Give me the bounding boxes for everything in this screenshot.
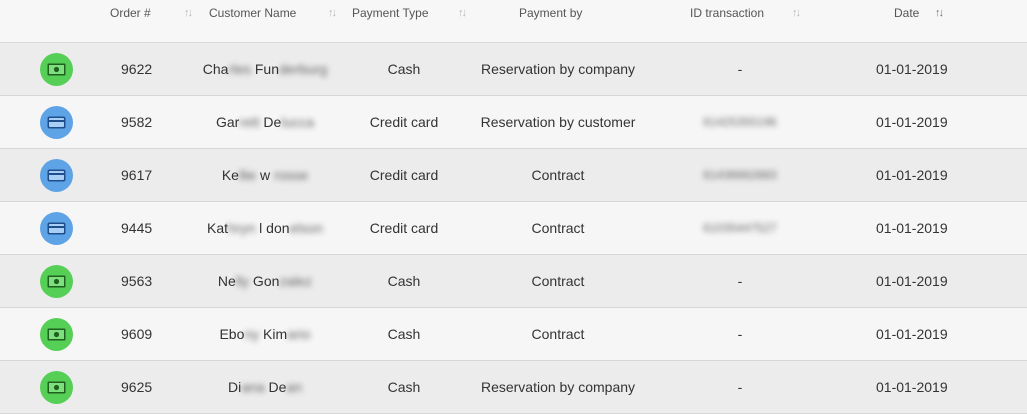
customer-name-visible: Kat bbox=[207, 220, 229, 236]
date: 01-01-2019 bbox=[876, 273, 948, 289]
customer-name-visible: l don bbox=[255, 220, 290, 236]
sort-icon[interactable]: ↑↓ bbox=[458, 0, 467, 26]
payment-type: Cash bbox=[387, 326, 421, 342]
customer-name-redacted: lly bbox=[235, 273, 250, 289]
customer-name-visible: Gar bbox=[215, 114, 240, 130]
customer-name-visible: Ne bbox=[217, 273, 236, 289]
order-number: 9582 bbox=[121, 114, 153, 130]
header-order[interactable]: Order # bbox=[110, 0, 151, 26]
customer-name-redacted: zalez bbox=[279, 273, 313, 289]
header-date[interactable]: Date bbox=[894, 0, 919, 26]
id-transaction: 61425355196 bbox=[703, 115, 777, 129]
payment-by: Contract bbox=[531, 167, 585, 183]
customer-name-visible: De bbox=[264, 379, 287, 395]
customer-name-redacted: ana bbox=[241, 379, 265, 395]
table-row[interactable]: 9609 Ebony Kimario Cash Contract - 01-01… bbox=[0, 308, 1027, 361]
table-row[interactable]: 9563 Nelly Gonzalez Cash Contract - 01-0… bbox=[0, 255, 1027, 308]
customer-name-redacted: rles bbox=[228, 61, 251, 77]
id-transaction: 61436662883 bbox=[703, 168, 777, 182]
id-transaction: - bbox=[737, 61, 743, 77]
table-row[interactable]: 9617 Kellie w rosse Credit card Contract… bbox=[0, 149, 1027, 202]
order-number: 9609 bbox=[121, 326, 153, 342]
credit-card-icon bbox=[40, 159, 73, 192]
payment-type: Cash bbox=[387, 61, 421, 77]
payment-type: Cash bbox=[387, 379, 421, 395]
table-row[interactable]: 9622 Charles Funderburg Cash Reservation… bbox=[0, 43, 1027, 96]
payment-type: Credit card bbox=[369, 114, 439, 130]
order-number: 9622 bbox=[121, 61, 153, 77]
customer-name-redacted: rett bbox=[239, 114, 260, 130]
id-transaction: 61035447527 bbox=[703, 221, 777, 235]
cash-icon bbox=[40, 53, 73, 86]
payment-by: Reservation by company bbox=[480, 379, 636, 395]
header-payment-type[interactable]: Payment Type bbox=[352, 0, 429, 26]
sort-icon[interactable]: ↑↓ bbox=[328, 0, 337, 26]
date: 01-01-2019 bbox=[876, 167, 948, 183]
payment-by: Contract bbox=[531, 220, 585, 236]
header-id-transaction[interactable]: ID transaction bbox=[690, 0, 764, 26]
table-row[interactable]: 9625 Diana Dean Cash Reservation by comp… bbox=[0, 361, 1027, 414]
credit-card-icon bbox=[40, 212, 73, 245]
table-row[interactable]: 9582 Garrett Delucca Credit card Reserva… bbox=[0, 96, 1027, 149]
customer-name: Kellie w rosse bbox=[190, 149, 340, 201]
customer-name-visible: Ke bbox=[221, 167, 239, 183]
customer-name: Ebony Kimario bbox=[190, 308, 340, 360]
cash-icon bbox=[40, 371, 73, 404]
customer-name-redacted: hryn bbox=[228, 220, 256, 236]
date: 01-01-2019 bbox=[876, 379, 948, 395]
customer-name-redacted: an bbox=[286, 379, 302, 395]
customer-name: Charles Funderburg bbox=[190, 43, 340, 95]
customer-name-redacted: llie bbox=[238, 167, 257, 183]
order-number: 9563 bbox=[121, 273, 153, 289]
customer-name-redacted: rosse bbox=[270, 167, 309, 183]
customer-name: Garrett Delucca bbox=[190, 96, 340, 148]
customer-name: Kathryn l donelson bbox=[190, 202, 340, 254]
customer-name: Diana Dean bbox=[190, 361, 340, 413]
customer-name-redacted: elson bbox=[289, 220, 323, 236]
table-row[interactable]: 9445 Kathryn l donelson Credit card Cont… bbox=[0, 202, 1027, 255]
customer-name-visible: Cha bbox=[202, 61, 229, 77]
header-customer-name[interactable]: Customer Name bbox=[209, 0, 296, 26]
customer-name-redacted: derburg bbox=[279, 61, 328, 77]
id-transaction: - bbox=[737, 379, 743, 395]
customer-name-visible: Kim bbox=[259, 326, 288, 342]
order-number: 9617 bbox=[121, 167, 153, 183]
payment-type: Cash bbox=[387, 273, 421, 289]
cash-icon bbox=[40, 265, 73, 298]
cash-icon bbox=[40, 318, 73, 351]
payment-by: Reservation by company bbox=[480, 61, 636, 77]
payment-type: Credit card bbox=[369, 167, 439, 183]
customer-name-visible: Gon bbox=[249, 273, 280, 289]
date: 01-01-2019 bbox=[876, 326, 948, 342]
table-header: Order # ↑↓ Customer Name ↑↓ Payment Type… bbox=[0, 0, 1027, 43]
credit-card-icon bbox=[40, 106, 73, 139]
payment-by: Contract bbox=[531, 273, 585, 289]
customer-name: Nelly Gonzalez bbox=[190, 255, 340, 307]
customer-name-visible: Fun bbox=[250, 61, 279, 77]
payment-type: Credit card bbox=[369, 220, 439, 236]
date: 01-01-2019 bbox=[876, 220, 948, 236]
orders-table: Order # ↑↓ Customer Name ↑↓ Payment Type… bbox=[0, 0, 1027, 414]
payment-by: Contract bbox=[531, 326, 585, 342]
order-number: 9625 bbox=[121, 379, 153, 395]
date: 01-01-2019 bbox=[876, 114, 948, 130]
customer-name-visible: Ebo bbox=[219, 326, 245, 342]
id-transaction: - bbox=[737, 273, 743, 289]
customer-name-redacted: ny bbox=[244, 326, 260, 342]
sort-asc-icon[interactable]: ↑↓ bbox=[935, 0, 944, 26]
order-number: 9445 bbox=[121, 220, 153, 236]
payment-by: Reservation by customer bbox=[480, 114, 636, 130]
customer-name-visible: De bbox=[259, 114, 282, 130]
customer-name-redacted: lucca bbox=[281, 114, 315, 130]
id-transaction: - bbox=[737, 326, 743, 342]
date: 01-01-2019 bbox=[876, 61, 948, 77]
customer-name-redacted: ario bbox=[287, 326, 311, 342]
customer-name-visible: Di bbox=[228, 379, 242, 395]
sort-icon[interactable]: ↑↓ bbox=[792, 0, 801, 26]
sort-icon[interactable]: ↑↓ bbox=[184, 0, 193, 26]
header-payment-by[interactable]: Payment by bbox=[519, 0, 582, 26]
customer-name-visible: w bbox=[256, 167, 271, 183]
